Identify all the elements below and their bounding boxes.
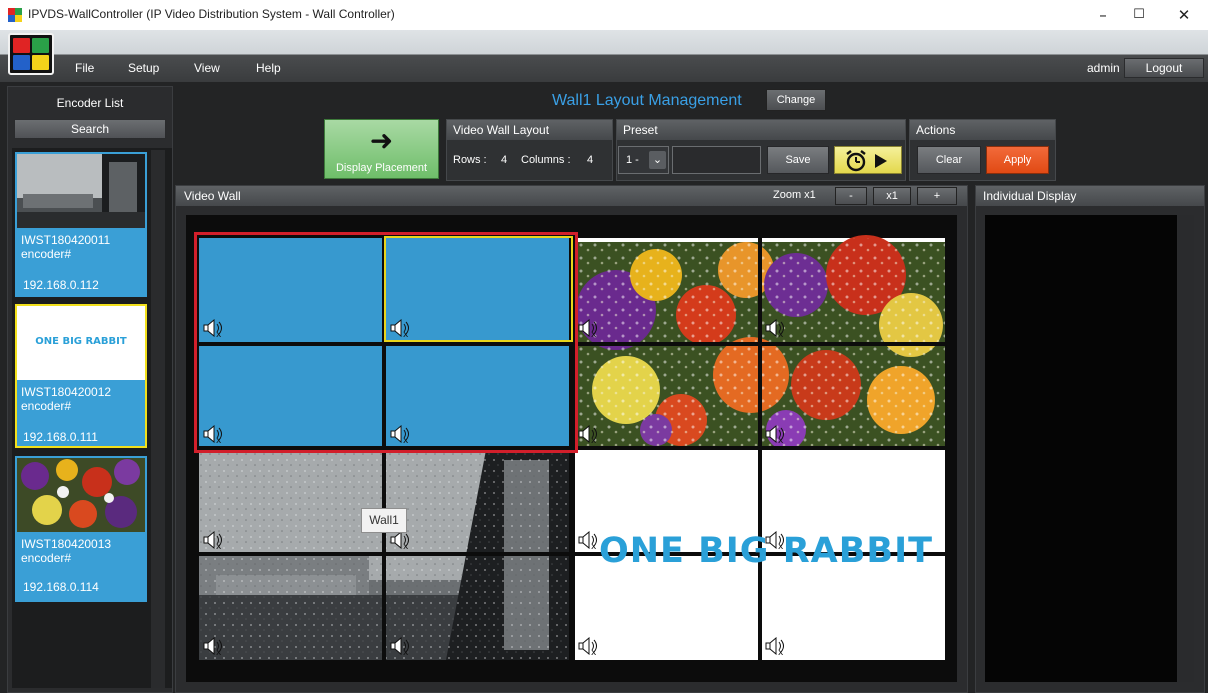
video-wall-layout-title: Video Wall Layout xyxy=(447,120,612,140)
encoder-ip: 192.168.0.111 xyxy=(23,430,98,444)
individual-display-title: Individual Display xyxy=(983,189,1077,203)
preset-select[interactable]: 1 - ⌄ xyxy=(618,146,669,174)
encoder-type: encoder# xyxy=(21,551,72,565)
encoder-type: encoder# xyxy=(21,399,72,413)
encoder-list-scrollbar[interactable] xyxy=(151,150,165,688)
close-button[interactable]: ✕ xyxy=(1167,4,1201,26)
encoder-name: IWST180420012 xyxy=(21,385,112,399)
app-logo xyxy=(8,33,54,75)
search-button[interactable]: Search xyxy=(14,119,166,139)
zoom-out-button[interactable]: - xyxy=(835,187,867,205)
arrow-right-icon: ➜ xyxy=(369,124,394,157)
video-wall-title: Video Wall xyxy=(184,189,241,203)
mute-icon: x xyxy=(578,637,597,655)
rabbit-logo-text: ONE BIG RABBIT xyxy=(598,531,934,571)
encoder-ip: 192.168.0.112 xyxy=(23,278,99,292)
svg-text:x: x xyxy=(216,542,222,549)
thumbnail-text: ONE BIG RABBIT xyxy=(35,336,127,347)
mute-icon: x xyxy=(390,637,409,655)
columns-label: Columns : xyxy=(521,154,571,166)
mute-icon: x xyxy=(203,531,222,549)
alarm-clock-icon xyxy=(846,150,866,172)
actions-title: Actions xyxy=(910,120,1055,140)
svg-text:x: x xyxy=(591,330,597,337)
app-icon xyxy=(8,8,22,22)
wall-layout-title: Wall1 Layout Management xyxy=(552,92,742,109)
rows-label: Rows : xyxy=(453,154,487,166)
mute-icon: x xyxy=(390,531,409,549)
logout-button[interactable]: Logout xyxy=(1124,58,1204,78)
menu-bar xyxy=(0,30,1208,82)
mute-icon: x xyxy=(578,319,597,337)
preset-title: Preset xyxy=(617,120,905,140)
mute-icon: x xyxy=(203,637,222,655)
encoder-name: IWST180420011 xyxy=(21,233,111,247)
rows-value: 4 xyxy=(501,154,508,166)
preset-name-input[interactable] xyxy=(672,146,761,174)
window-title: IPVDS-WallController (IP Video Distribut… xyxy=(28,7,395,21)
apply-button[interactable]: Apply xyxy=(986,146,1049,174)
svg-text:x: x xyxy=(591,648,597,655)
user-name: admin xyxy=(1087,61,1120,75)
play-icon xyxy=(875,154,887,168)
svg-text:x: x xyxy=(591,436,597,443)
encoder-thumbnail: ONE BIG RABBIT xyxy=(17,306,145,380)
maximize-button[interactable]: ☐ xyxy=(1122,4,1156,26)
mute-icon: x xyxy=(578,425,597,443)
preset-value: 1 - xyxy=(626,154,639,166)
svg-text:x: x xyxy=(778,436,784,443)
encoder-thumbnail xyxy=(17,458,145,532)
menu-setup[interactable]: Setup xyxy=(128,61,159,75)
wall-tooltip: Wall1 xyxy=(361,508,407,533)
save-button[interactable]: Save xyxy=(767,146,829,174)
change-button[interactable]: Change xyxy=(766,89,826,111)
svg-text:x: x xyxy=(403,648,409,655)
encoder-ip: 192.168.0.114 xyxy=(23,580,99,594)
window-titlebar: IPVDS-WallController (IP Video Distribut… xyxy=(0,0,1208,30)
svg-text:x: x xyxy=(778,648,784,655)
zoom-in-button[interactable]: + xyxy=(917,187,957,205)
encoder-item[interactable]: IWST180420013 encoder# 192.168.0.114 xyxy=(15,456,147,602)
menu-help[interactable]: Help xyxy=(256,61,281,75)
encoder-list-title: Encoder List xyxy=(56,96,124,110)
encoder-thumbnail xyxy=(17,154,145,228)
clear-button[interactable]: Clear xyxy=(917,146,981,174)
minimize-button[interactable]: – xyxy=(1086,4,1120,26)
individual-display-area[interactable] xyxy=(985,215,1177,682)
zoom-reset-button[interactable]: x1 xyxy=(873,187,911,205)
display-placement-label: Display Placement xyxy=(335,162,428,174)
encoder-type: encoder# xyxy=(21,247,72,261)
columns-value: 4 xyxy=(587,154,594,166)
encoder-item[interactable]: IWST180420011 encoder# 192.168.0.112 xyxy=(15,152,147,297)
schedule-play-button[interactable] xyxy=(834,146,902,174)
mute-icon: x xyxy=(765,319,784,337)
svg-text:x: x xyxy=(778,330,784,337)
svg-text:x: x xyxy=(216,648,222,655)
individual-display-scrollbar[interactable] xyxy=(1178,215,1194,682)
encoder-name: IWST180420013 xyxy=(21,537,112,551)
zoom-label: Zoom x1 xyxy=(773,189,816,201)
encoder-item-selected[interactable]: ONE BIG RABBIT IWST180420012 encoder# 19… xyxy=(15,304,147,448)
menu-file[interactable]: File xyxy=(75,61,94,75)
mute-icon: x xyxy=(765,637,784,655)
selected-cell-outline xyxy=(384,236,573,342)
svg-text:x: x xyxy=(403,542,409,549)
video-wall-layout-group: Video Wall Layout Rows : 4 Columns : 4 xyxy=(446,119,613,181)
display-placement-button[interactable]: ➜ Display Placement xyxy=(324,119,439,179)
chevron-down-icon: ⌄ xyxy=(649,151,666,169)
menu-view[interactable]: View xyxy=(194,61,220,75)
mute-icon: x xyxy=(765,425,784,443)
